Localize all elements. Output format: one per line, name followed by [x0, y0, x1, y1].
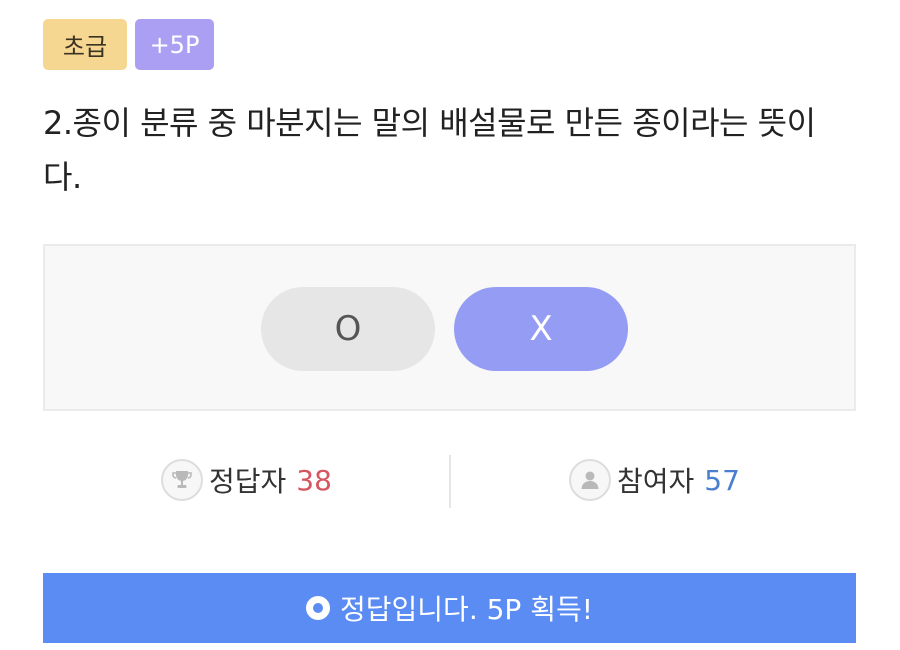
participants-label: 참여자	[617, 465, 695, 498]
option-o-button[interactable]: O	[261, 287, 435, 371]
badge-row: 초급 +5P	[43, 19, 214, 70]
quiz-page: 초급 +5P 2.종이 분류 중 마분지는 말의 배설물로 만든 종이라는 뜻이…	[0, 0, 900, 650]
correct-label: 정답자	[209, 465, 287, 498]
points-badge: +5P	[135, 19, 214, 70]
participants-stat: 참여자 57	[569, 452, 740, 508]
answer-options-box: O X	[43, 244, 856, 411]
result-banner: 정답입니다. 5P 획득!	[43, 573, 856, 643]
stats-divider	[449, 455, 451, 508]
question-text: 2.종이 분류 중 마분지는 말의 배설물로 만든 종이라는 뜻이다.	[43, 104, 816, 196]
correct-count: 38	[296, 463, 332, 497]
stats-row: 정답자 38 참여자 57	[43, 452, 856, 508]
person-icon	[569, 459, 611, 501]
option-x-button[interactable]: X	[454, 287, 628, 371]
correct-stat: 정답자 38	[161, 452, 332, 508]
level-badge: 초급	[43, 19, 127, 70]
result-message: 정답입니다. 5P 획득!	[340, 593, 593, 626]
participants-count: 57	[704, 463, 740, 497]
trophy-icon	[161, 459, 203, 501]
circle-o-icon	[306, 596, 331, 620]
